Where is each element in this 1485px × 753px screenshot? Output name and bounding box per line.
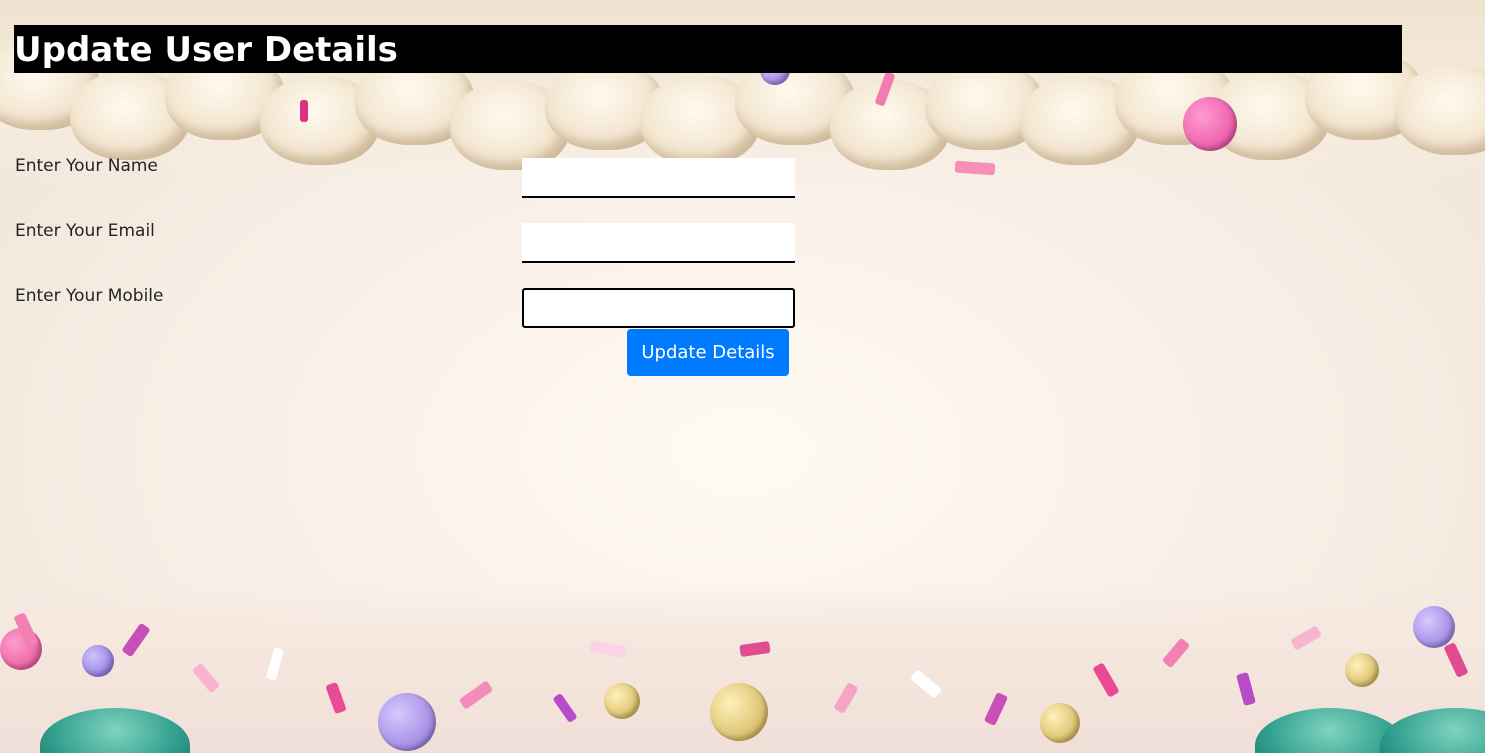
- mobile-label: Enter Your Mobile: [15, 286, 164, 306]
- purple-pearl: [82, 645, 114, 677]
- gold-pearl: [604, 683, 640, 719]
- teal-scallop: [1380, 708, 1485, 753]
- update-details-button[interactable]: Update Details: [627, 329, 789, 376]
- gold-pearl: [1040, 703, 1080, 743]
- mobile-input[interactable]: [522, 288, 795, 328]
- sprinkle: [325, 681, 347, 715]
- sprinkle: [589, 639, 627, 659]
- purple-pearl: [1413, 606, 1455, 648]
- sprinkles-band: [0, 583, 1485, 753]
- gold-pearl: [1345, 653, 1379, 687]
- sprinkle: [739, 640, 771, 658]
- sprinkle: [1443, 642, 1469, 678]
- page-header: Update User Details: [14, 25, 1402, 73]
- gold-pearl: [710, 683, 768, 741]
- sprinkle: [833, 682, 859, 714]
- name-input[interactable]: [522, 158, 795, 198]
- cake-background-image: [0, 0, 1485, 753]
- name-label: Enter Your Name: [15, 156, 158, 176]
- sprinkle: [552, 692, 578, 724]
- pink-pearl: [1183, 97, 1237, 151]
- sprinkle: [266, 647, 284, 681]
- sprinkle: [983, 691, 1009, 727]
- sprinkle: [458, 680, 494, 710]
- sprinkle: [909, 669, 943, 699]
- teal-scallop: [40, 708, 190, 753]
- page-title: Update User Details: [14, 30, 398, 70]
- sprinkle: [1236, 671, 1256, 707]
- page: Update User Details Enter Your Name Ente…: [0, 0, 1485, 753]
- email-label: Enter Your Email: [15, 221, 155, 241]
- sprinkle: [191, 662, 221, 694]
- sprinkle: [1092, 662, 1120, 698]
- email-input[interactable]: [522, 223, 795, 263]
- sprinkle: [1290, 625, 1322, 651]
- purple-pearl: [378, 693, 436, 751]
- sprinkle: [121, 622, 151, 658]
- sprinkle: [1161, 637, 1191, 669]
- sprinkle: [300, 100, 308, 122]
